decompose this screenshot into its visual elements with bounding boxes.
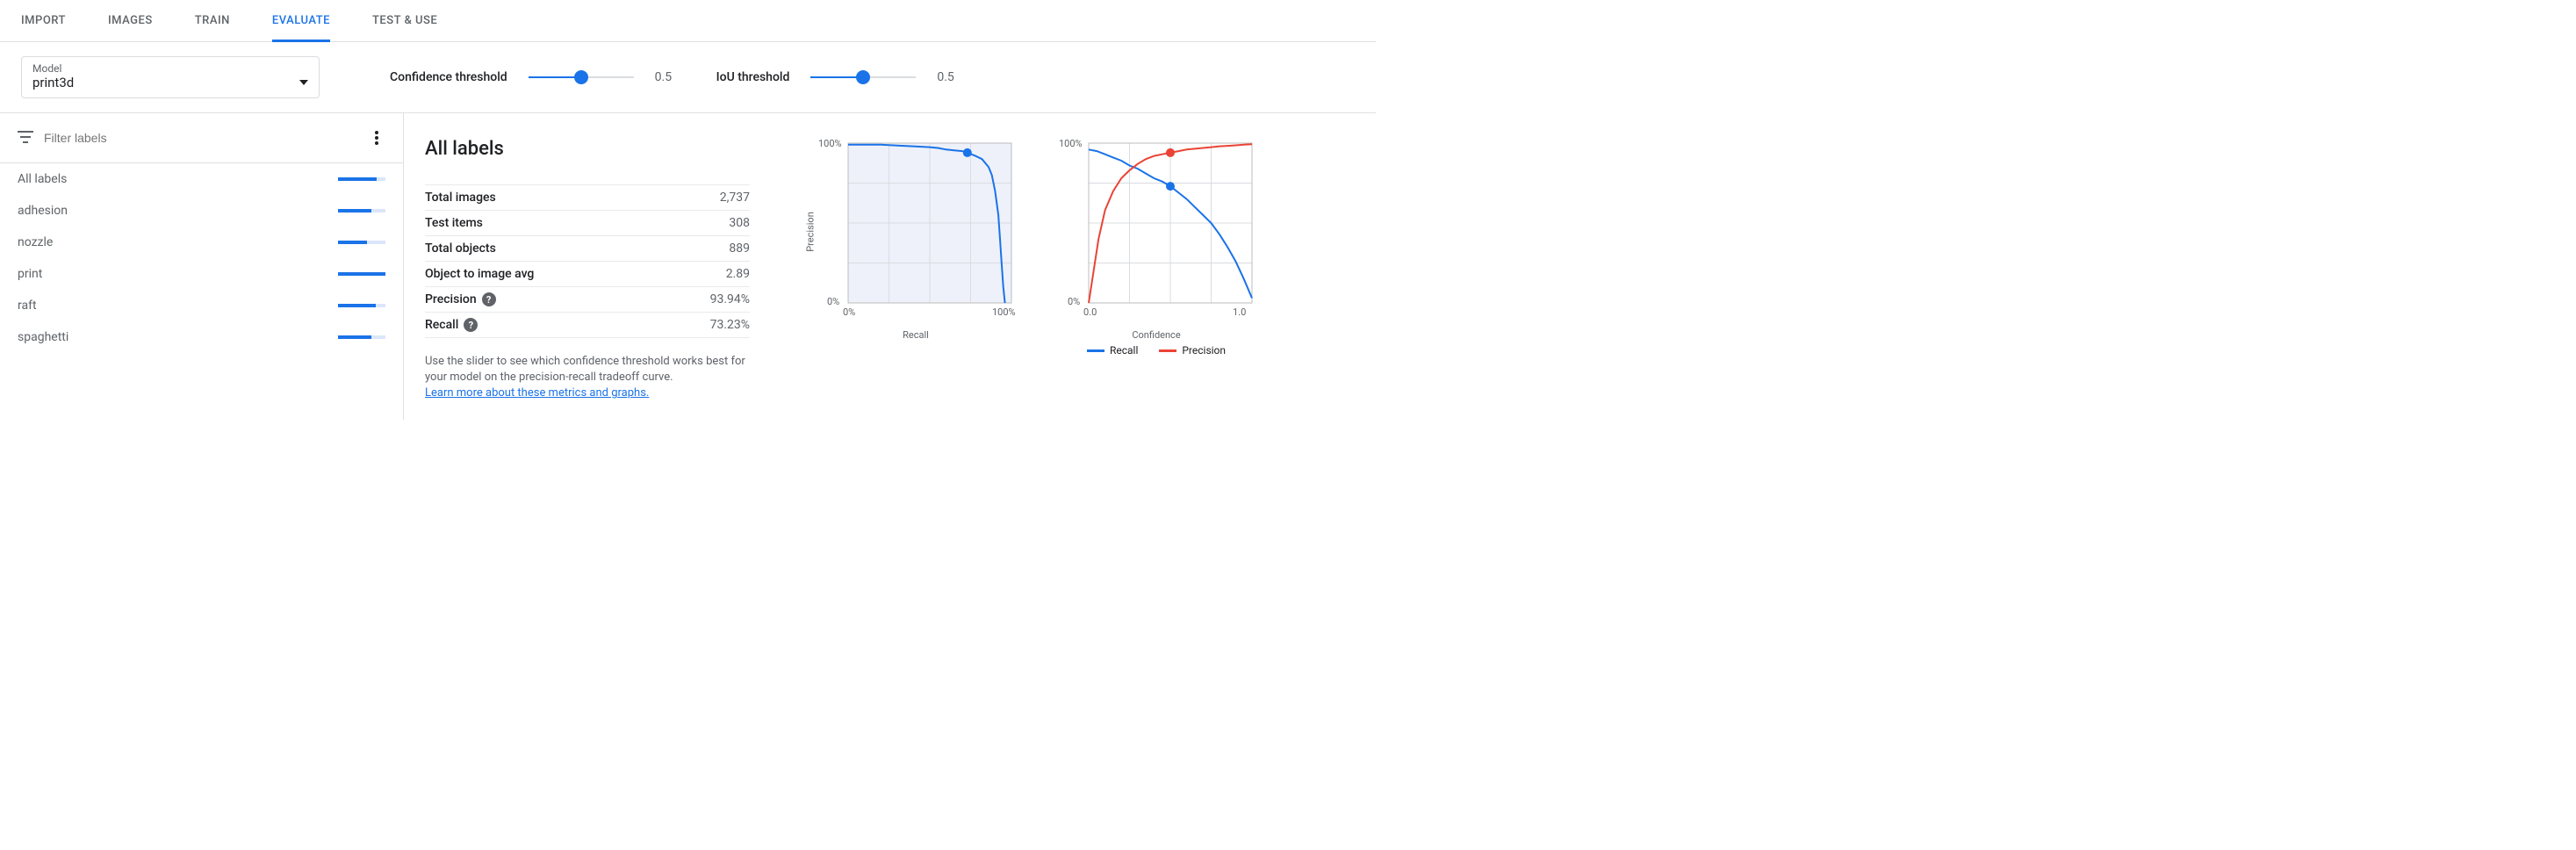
help-icon[interactable]: ?: [464, 318, 478, 332]
tick-label: 100%: [1059, 138, 1083, 149]
confidence-slider-group: Confidence threshold 0.5: [390, 70, 681, 84]
hint-text: Use the slider to see which confidence t…: [425, 354, 767, 402]
model-value: print3d: [32, 75, 74, 90]
metric-row: Object to image avg 2.89: [425, 261, 750, 286]
legend-swatch: [1087, 349, 1105, 352]
hint-body: Use the slider to see which confidence t…: [425, 355, 745, 384]
pr-chart: 100%0%0%100%Precision Recall: [815, 138, 1017, 341]
learn-more-link[interactable]: Learn more about these metrics and graph…: [425, 386, 649, 400]
label-row-adhesion[interactable]: adhesion: [0, 195, 403, 227]
label-row-print[interactable]: print: [0, 258, 403, 290]
tab-test-use[interactable]: TEST & USE: [372, 0, 437, 42]
metrics-title: All labels: [425, 138, 776, 160]
iou-value: 0.5: [937, 70, 963, 84]
tick-label: 1.0: [1233, 306, 1246, 318]
more-vert-icon[interactable]: [368, 124, 385, 152]
iou-label: IoU threshold: [716, 70, 790, 84]
tick-label: 0%: [843, 306, 855, 318]
label-name: All labels: [18, 172, 67, 186]
model-label: Model: [32, 62, 308, 75]
tick-label: 0%: [1068, 296, 1080, 307]
label-row-all-labels[interactable]: All labels: [0, 163, 403, 195]
label-bar: [338, 241, 385, 244]
label-bar: [338, 177, 385, 181]
label-name: nozzle: [18, 235, 53, 249]
tab-train[interactable]: TRAIN: [195, 0, 230, 42]
label-row-raft[interactable]: raft: [0, 290, 403, 321]
legend-swatch: [1159, 349, 1176, 352]
tick-label: 0.0: [1083, 306, 1097, 318]
pr-chart-xlabel: Recall: [903, 329, 929, 341]
legend-item: Recall: [1087, 344, 1138, 357]
body: All labels adhesion nozzle print raft spaghet…: [0, 113, 1376, 420]
slider-thumb-icon[interactable]: [856, 70, 870, 84]
tick-label: 100%: [992, 306, 1016, 318]
filter-row: [0, 113, 403, 163]
main: All labels Total images 2,737 Test items 30…: [404, 113, 1376, 420]
controls-row: Model print3d Confidence threshold 0.5 I…: [0, 42, 1376, 113]
chevron-down-icon: [299, 80, 308, 85]
label-name: raft: [18, 299, 37, 313]
confidence-chart: 100% 0%0.0 1.0 Confidence Recall Precision: [1055, 138, 1257, 357]
pr-chart-svg: [815, 138, 1017, 322]
help-icon[interactable]: ?: [482, 292, 496, 306]
legend-item: Precision: [1159, 344, 1226, 357]
metric-value: 73.23%: [710, 318, 750, 332]
confidence-slider[interactable]: [529, 76, 634, 78]
label-row-spaghetti[interactable]: spaghetti: [0, 321, 403, 353]
metric-value: 2.89: [726, 267, 750, 281]
model-select[interactable]: Model print3d: [21, 56, 320, 98]
tab-bar: IMPORT IMAGES TRAIN EVALUATE TEST & USE: [0, 0, 1376, 42]
iou-slider[interactable]: [810, 76, 916, 78]
sidebar: All labels adhesion nozzle print raft spaghet…: [0, 113, 404, 420]
legend-label: Recall: [1110, 344, 1138, 357]
metric-value: 93.94%: [710, 292, 750, 306]
chart-legend: Recall Precision: [1087, 344, 1226, 357]
metric-key: Total images: [425, 191, 496, 205]
metric-row: Total images 2,737: [425, 184, 750, 210]
legend-label: Precision: [1182, 344, 1226, 357]
metric-key: Object to image avg: [425, 267, 534, 281]
confidence-chart-xlabel: Confidence: [1132, 329, 1180, 341]
tab-import[interactable]: IMPORT: [21, 0, 66, 42]
confidence-value: 0.5: [655, 70, 681, 84]
chart-ylabel: Precision: [804, 212, 816, 252]
metric-value: 2,737: [720, 191, 750, 205]
tick-label: 0%: [827, 296, 839, 307]
tab-evaluate[interactable]: EVALUATE: [272, 0, 330, 42]
label-list: All labels adhesion nozzle print raft spaghet…: [0, 163, 403, 353]
label-row-nozzle[interactable]: nozzle: [0, 227, 403, 258]
metric-row: Test items 308: [425, 210, 750, 235]
filter-input[interactable]: [44, 131, 357, 145]
label-bar: [338, 209, 385, 212]
metric-row: Precision? 93.94%: [425, 286, 750, 312]
tick-label: 100%: [818, 138, 842, 149]
metric-key: Precision?: [425, 292, 496, 306]
metric-value: 308: [729, 216, 750, 230]
metrics-column: All labels Total images 2,737 Test items 30…: [425, 138, 776, 402]
metrics-table: Total images 2,737 Test items 308 Total obje…: [425, 184, 750, 338]
metric-value: 889: [729, 241, 750, 256]
metric-key: Test items: [425, 216, 483, 230]
filter-icon: [18, 130, 33, 147]
metric-row: Recall? 73.23%: [425, 312, 750, 338]
label-name: adhesion: [18, 204, 68, 218]
label-name: print: [18, 267, 42, 281]
label-bar: [338, 272, 385, 276]
metric-key: Total objects: [425, 241, 496, 256]
label-bar: [338, 304, 385, 307]
confidence-chart-svg: [1055, 138, 1257, 322]
metric-key: Recall?: [425, 318, 478, 332]
confidence-label: Confidence threshold: [390, 70, 507, 84]
iou-slider-group: IoU threshold 0.5: [716, 70, 964, 84]
tab-images[interactable]: IMAGES: [108, 0, 153, 42]
metric-row: Total objects 889: [425, 235, 750, 261]
slider-thumb-icon[interactable]: [574, 70, 588, 84]
label-bar: [338, 335, 385, 339]
label-name: spaghetti: [18, 330, 68, 344]
